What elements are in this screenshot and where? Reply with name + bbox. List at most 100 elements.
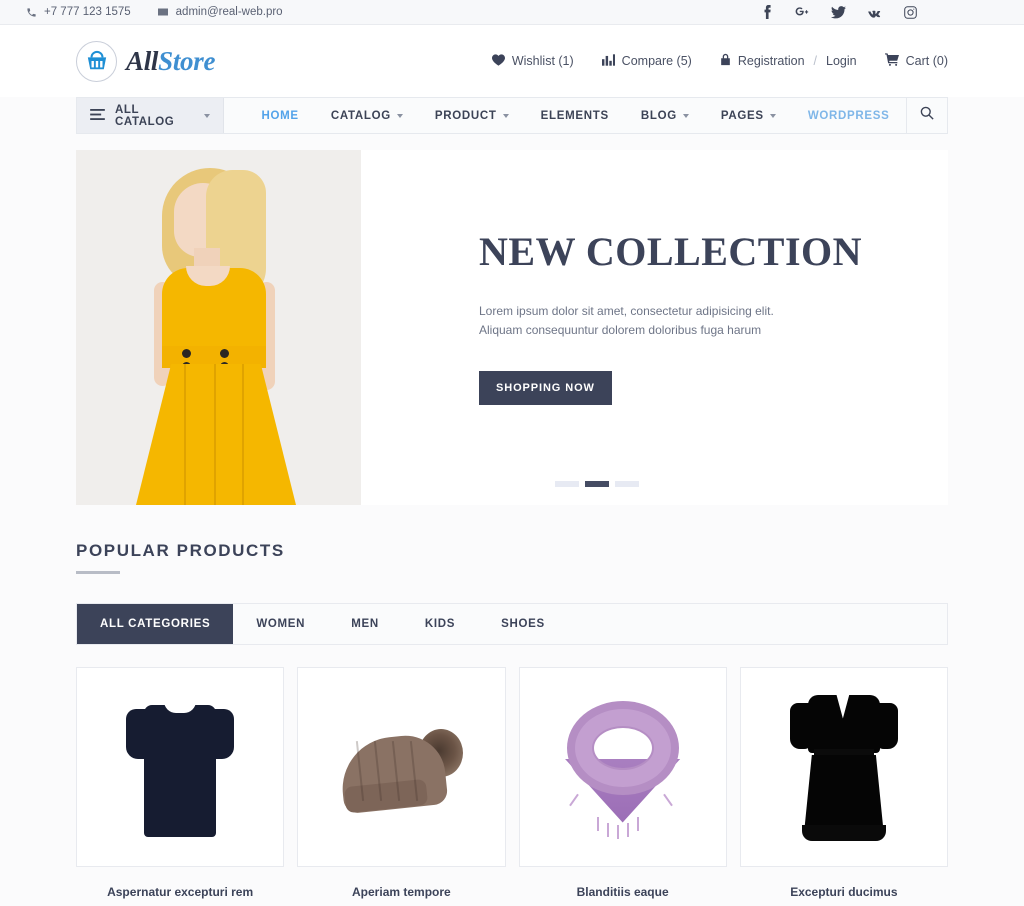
hero-description-line1: Lorem ipsum dolor sit amet, consectetur …: [479, 304, 774, 318]
all-catalog-label: ALL CATALOG: [115, 103, 175, 128]
search-icon: [920, 106, 934, 125]
title-underline: [76, 571, 120, 574]
tab-label: KIDS: [424, 617, 456, 630]
lock-icon: [720, 53, 731, 69]
product-image-scarf[interactable]: [518, 666, 727, 867]
social-links: [759, 5, 998, 20]
all-catalog-button[interactable]: ALL CATALOG: [77, 98, 224, 133]
category-tabs: ALL CATEGORIES WOMEN MEN KIDS SHOES: [76, 602, 948, 645]
envelope-icon: [157, 6, 169, 18]
tab-men[interactable]: MEN: [328, 604, 402, 644]
email-contact[interactable]: admin@real-web.pro: [157, 6, 283, 18]
facebook-icon[interactable]: [759, 5, 774, 20]
hero-description: Lorem ipsum dolor sit amet, consectetur …: [479, 302, 948, 341]
registration-link[interactable]: Registration: [738, 54, 805, 68]
nav-item-blog[interactable]: BLOG: [625, 98, 705, 133]
cart-icon: [884, 53, 899, 69]
chevron-down-icon: [396, 113, 403, 118]
nav-item-elements[interactable]: ELEMENTS: [525, 98, 625, 133]
cart-label: Cart (0): [905, 54, 948, 68]
product-title[interactable]: Aspernatur excepturi rem: [76, 885, 284, 899]
product-title[interactable]: Excepturi ducimus: [740, 885, 948, 899]
tab-label: ALL CATEGORIES: [100, 617, 211, 630]
logo-text-secondary: Store: [158, 45, 216, 76]
tab-label: WOMEN: [256, 617, 306, 630]
google-plus-icon[interactable]: [795, 5, 810, 20]
shopping-now-button[interactable]: SHOPPING NOW: [479, 370, 612, 405]
contact-info: +7 777 123 1575 admin@real-web.pro: [26, 6, 283, 18]
header-links: Wishlist (1) Compare (5) Registration / …: [491, 53, 948, 69]
hero-image: [76, 150, 361, 505]
hero-content: NEW COLLECTION Lorem ipsum dolor sit ame…: [361, 150, 948, 505]
hero-title: NEW COLLECTION: [479, 229, 863, 274]
section-title: POPULAR PRODUCTS: [76, 541, 285, 560]
hamburger-icon: [90, 107, 105, 125]
nav-item-label: PRODUCT: [434, 109, 497, 122]
nav-item-label: CATALOG: [330, 109, 391, 122]
chevron-down-icon: [769, 113, 776, 118]
slider-dot-3[interactable]: [615, 481, 639, 487]
nav-item-label: BLOG: [640, 109, 677, 122]
section-header: POPULAR PRODUCTS: [76, 541, 948, 574]
nav-item-label: ELEMENTS: [540, 109, 609, 122]
logo-text-primary: All: [126, 45, 159, 76]
slider-dot-2[interactable]: [585, 481, 609, 487]
product-title[interactable]: Blanditiis eaque: [519, 885, 727, 899]
heart-icon: [491, 53, 505, 69]
storefront-page: +7 777 123 1575 admin@real-web.pro AllSt…: [0, 0, 1024, 906]
tab-all-categories[interactable]: ALL CATEGORIES: [77, 603, 234, 644]
nav-item-list: HOME CATALOG PRODUCT ELEMENTS BLOG PAGES…: [224, 98, 906, 133]
product-title[interactable]: Aperiam tempore: [297, 885, 505, 899]
wishlist-label: Wishlist (1): [511, 54, 574, 68]
chevron-down-icon: [682, 113, 689, 118]
nav-item-wordpress[interactable]: WORDPRESS: [792, 98, 906, 133]
nav-item-label: HOME: [261, 109, 299, 122]
tab-shoes[interactable]: SHOES: [478, 604, 568, 644]
compare-label: Compare (5): [621, 54, 692, 68]
nav-item-label: WORDPRESS: [807, 109, 890, 122]
product-image-tshirt[interactable]: [76, 666, 285, 867]
twitter-icon[interactable]: [831, 5, 846, 20]
product-card: Excepturi ducimus $105: [739, 666, 948, 906]
phone-contact[interactable]: +7 777 123 1575: [26, 6, 131, 18]
phone-icon: [26, 7, 37, 18]
product-card: Aperiam tempore $75: [297, 666, 506, 906]
hero-slider: NEW COLLECTION Lorem ipsum dolor sit ame…: [76, 150, 948, 505]
nav-item-catalog[interactable]: CATALOG: [315, 98, 419, 133]
compare-link[interactable]: Compare (5): [601, 53, 692, 69]
tab-women[interactable]: WOMEN: [233, 604, 328, 644]
main-navigation: ALL CATALOG HOME CATALOG PRODUCT ELEMENT…: [76, 97, 948, 134]
nav-item-home[interactable]: HOME: [246, 98, 315, 133]
login-link[interactable]: Login: [826, 54, 857, 68]
tab-kids[interactable]: KIDS: [402, 604, 478, 644]
hero-description-line2: Aliquam consequuntur dolorem doloribus f…: [479, 323, 762, 338]
basket-logo-icon: [76, 40, 117, 82]
top-bar: +7 777 123 1575 admin@real-web.pro: [0, 0, 1024, 25]
search-button[interactable]: [905, 98, 947, 133]
nav-item-pages[interactable]: PAGES: [705, 98, 792, 133]
phone-number: +7 777 123 1575: [44, 6, 131, 18]
site-header: AllStore Wishlist (1) Compare (5) Regist…: [0, 25, 1024, 97]
product-image-dress[interactable]: [739, 666, 948, 867]
product-card: Blanditiis eaque $115: [518, 666, 727, 906]
nav-item-label: PAGES: [720, 109, 764, 122]
product-card: Aspernatur excepturi rem $90: [76, 666, 285, 906]
chevron-down-icon: [502, 113, 509, 118]
instagram-icon[interactable]: [903, 5, 918, 20]
nav-item-product[interactable]: PRODUCT: [419, 98, 525, 133]
chevron-down-icon: [203, 113, 210, 118]
tab-label: MEN: [351, 617, 379, 630]
product-image-beanie[interactable]: [297, 666, 506, 867]
email-address: admin@real-web.pro: [175, 6, 283, 18]
product-grid: Aspernatur excepturi rem $90 Aperiam tem…: [76, 666, 948, 906]
tab-label: SHOES: [501, 617, 545, 630]
cart-link[interactable]: Cart (0): [884, 53, 948, 69]
slider-dot-1[interactable]: [555, 481, 579, 487]
slider-pagination: [555, 481, 639, 487]
vk-icon[interactable]: [867, 5, 882, 20]
navigation-wrapper: ALL CATALOG HOME CATALOG PRODUCT ELEMENT…: [0, 97, 1024, 134]
wishlist-link[interactable]: Wishlist (1): [491, 53, 574, 69]
logo-text: AllStore: [126, 46, 215, 77]
compare-icon: [601, 53, 615, 69]
site-logo[interactable]: AllStore: [76, 40, 215, 82]
